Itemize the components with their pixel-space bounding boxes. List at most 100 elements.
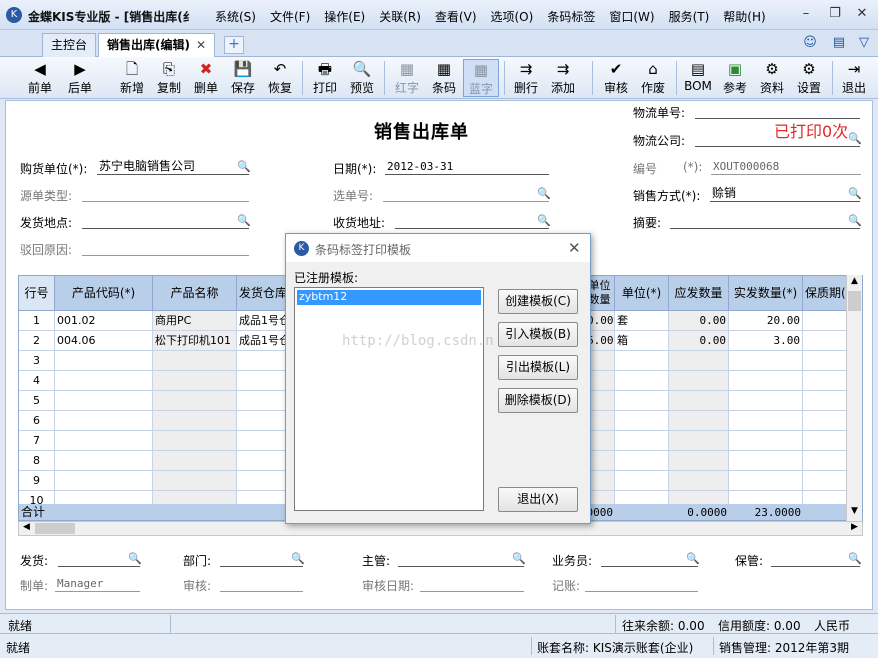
dropdown-icon[interactable]: ▽ (856, 33, 872, 53)
menu-window[interactable]: 窗口(W) (609, 8, 654, 25)
import-template-button[interactable]: 引入模板(B) (498, 322, 578, 347)
reference-button[interactable]: ▣ 参考 (717, 59, 753, 97)
bom-button[interactable]: ▤ BOM (680, 59, 716, 97)
message-icon[interactable]: ▤ (829, 33, 849, 53)
menu-related[interactable]: 关联(R) (379, 8, 421, 25)
logistics-co-field[interactable]: 🔍 (695, 131, 862, 147)
maker-field: Manager (55, 576, 140, 592)
col-actual-qty[interactable]: 实发数量(*) (729, 276, 803, 311)
copy-button[interactable]: ⎘ 复制 (151, 59, 187, 97)
lookup-icon[interactable]: 🔍 (537, 186, 551, 201)
toolbar-separator (384, 61, 385, 95)
menu-options[interactable]: 选项(O) (491, 8, 534, 25)
menu-barcode-label[interactable]: 条码标签 (547, 8, 595, 25)
summary-field[interactable]: 🔍 (670, 213, 862, 229)
delete-row-button[interactable]: ⇉ 删行 (508, 59, 544, 97)
tab-console[interactable]: 主控台 (42, 33, 97, 57)
exit-dialog-button[interactable]: 退出(X) (498, 487, 578, 512)
delete-doc-button[interactable]: ✖ 删单 (188, 59, 224, 97)
date-field[interactable]: 2012-03-31 (385, 159, 549, 175)
barcode-button[interactable]: ▦ 条码 (426, 59, 462, 97)
menu-operate[interactable]: 操作(E) (324, 8, 365, 25)
col-unit[interactable]: 单位(*) (615, 276, 669, 311)
dialog-title-bar[interactable]: K 条码标签打印模板 ✕ (286, 234, 590, 262)
col-row-no[interactable]: 行号 (19, 276, 55, 311)
grid-vertical-scrollbar[interactable]: ▲ ▼ (846, 275, 862, 521)
restore-button[interactable]: ↶ 恢复 (262, 59, 298, 97)
menu-view[interactable]: 查看(V) (435, 8, 477, 25)
recv-addr-label: 收货地址: (333, 216, 386, 230)
delete-template-button[interactable]: 删除模板(D) (498, 388, 578, 413)
void-icon: ⌂ (648, 60, 658, 78)
scroll-left-icon[interactable]: ◀ (20, 522, 33, 535)
scroll-thumb[interactable] (35, 523, 75, 534)
lookup-icon[interactable]: 🔍 (848, 213, 862, 228)
lookup-icon[interactable]: 🔍 (512, 551, 526, 566)
prev-icon: ◀ (34, 60, 46, 78)
lookup-icon[interactable]: 🔍 (291, 551, 305, 566)
prev-doc-button[interactable]: ◀ 前单 (22, 59, 58, 97)
ship-place-field[interactable]: 🔍 (82, 213, 251, 229)
scroll-right-icon[interactable]: ▶ (848, 522, 861, 535)
menu-system[interactable]: 系统(S) (215, 8, 256, 25)
lookup-icon[interactable]: 🔍 (848, 551, 862, 566)
dept-field[interactable]: 🔍 (220, 551, 305, 567)
select-no-field[interactable]: 🔍 (383, 186, 551, 202)
ship-field[interactable]: 🔍 (58, 551, 142, 567)
save-button[interactable]: 💾 保存 (225, 59, 261, 97)
col-product-name[interactable]: 产品名称 (153, 276, 237, 311)
template-list[interactable]: zybtm12 (294, 287, 484, 511)
restore-icon[interactable]: ❐ (825, 5, 845, 23)
lookup-icon[interactable]: 🔍 (537, 213, 551, 228)
red-word-button[interactable]: ▦ 红字 (389, 59, 425, 97)
smiley-icon[interactable]: ☺ (800, 33, 820, 53)
dialog-close-icon[interactable]: ✕ (568, 239, 581, 257)
recv-addr-field[interactable]: 🔍 (395, 213, 551, 229)
create-template-button[interactable]: 创建模板(C) (498, 289, 578, 314)
salesperson-field[interactable]: 🔍 (601, 551, 700, 567)
logistics-no-field[interactable] (695, 103, 860, 119)
data-button[interactable]: ⚙ 资料 (754, 59, 790, 97)
exit-button[interactable]: ⇥ 退出 (836, 59, 872, 97)
scroll-thumb[interactable] (848, 291, 861, 311)
col-product-code[interactable]: 产品代码(*) (55, 276, 153, 311)
export-template-button[interactable]: 引出模板(L) (498, 355, 578, 380)
manager-field[interactable]: 🔍 (398, 551, 526, 567)
next-doc-button[interactable]: ▶ 后单 (62, 59, 98, 97)
tab-close-icon[interactable]: ✕ (196, 38, 206, 52)
buyer-field[interactable]: 苏宁电脑销售公司 🔍 (97, 159, 251, 175)
sale-method-field[interactable]: 赊销 🔍 (710, 186, 862, 202)
menu-help[interactable]: 帮助(H) (723, 8, 765, 25)
print-button[interactable]: 🖶 打印 (307, 59, 343, 97)
new-button[interactable]: 🗋 新增 (114, 59, 150, 97)
keeper-label: 保管: (735, 554, 764, 568)
audit-button[interactable]: ✔ 审核 (598, 59, 634, 97)
minimize-icon[interactable]: – (796, 5, 816, 23)
reject-reason-label: 驳回原因: (20, 243, 73, 257)
reject-reason-field[interactable] (82, 240, 249, 256)
menu-file[interactable]: 文件(F) (270, 8, 310, 25)
lookup-icon[interactable]: 🔍 (848, 131, 862, 146)
tab-sales-outbound-edit[interactable]: 销售出库(编辑) ✕ (98, 33, 216, 57)
scroll-down-icon[interactable]: ▼ (848, 506, 861, 519)
close-icon[interactable]: ✕ (852, 5, 872, 23)
lookup-icon[interactable]: 🔍 (848, 186, 862, 201)
code-field[interactable]: XOUT000068 (711, 159, 861, 175)
blue-word-button[interactable]: ▦ 蓝字 (463, 59, 499, 97)
list-item[interactable]: zybtm12 (297, 290, 481, 305)
settings-button[interactable]: ⚙ 设置 (791, 59, 827, 97)
lookup-icon[interactable]: 🔍 (237, 159, 251, 174)
lookup-icon[interactable]: 🔍 (128, 551, 142, 566)
lookup-icon[interactable]: 🔍 (237, 213, 251, 228)
toolbar-separator (832, 61, 833, 95)
add-tab-icon[interactable]: + (224, 36, 244, 54)
col-due-qty[interactable]: 应发数量 (669, 276, 729, 311)
scroll-up-icon[interactable]: ▲ (848, 276, 861, 289)
source-type-field[interactable] (82, 186, 249, 202)
keeper-field[interactable]: 🔍 (771, 551, 862, 567)
lookup-icon[interactable]: 🔍 (686, 551, 700, 566)
preview-button[interactable]: 🔍 预览 (344, 59, 380, 97)
menu-service[interactable]: 服务(T) (669, 8, 710, 25)
void-button[interactable]: ⌂ 作废 (635, 59, 671, 97)
add-row-button[interactable]: ⇉ 添加 (545, 59, 581, 97)
